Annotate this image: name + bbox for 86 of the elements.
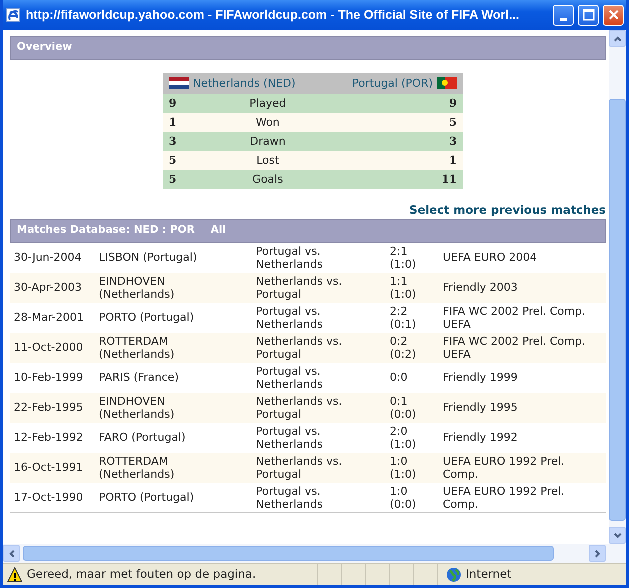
teams-cell: Portugal vs. Netherlands bbox=[252, 302, 386, 333]
stat-label: Lost bbox=[210, 150, 326, 170]
scroll-down-button[interactable] bbox=[609, 527, 626, 544]
competition-cell: FIFA WC 2002 Prel. Comp. UEFA bbox=[439, 302, 606, 333]
venue-cell: ROTTERDAM (Netherlands) bbox=[95, 332, 252, 363]
score-cell: 2:1 (1:0) bbox=[386, 242, 439, 273]
competition-cell: Friendly 2003 bbox=[439, 272, 606, 303]
section-title: Matches Database: NED : POR bbox=[17, 223, 195, 238]
section-header: Overview bbox=[10, 36, 606, 60]
stat-value: 11 bbox=[326, 170, 463, 189]
venue-cell: EINDHOVEN (Netherlands) bbox=[95, 272, 252, 303]
window-title: http://fifaworldcup.yahoo.com - FIFAworldcup.com - The Official Site of FIFA Worl... bbox=[26, 6, 521, 24]
score-cell: 1:0 (0:0) bbox=[386, 482, 439, 513]
stat-value: 3 bbox=[326, 132, 463, 151]
close-button[interactable] bbox=[603, 4, 624, 26]
stat-value: 9 bbox=[163, 94, 210, 113]
maximize-button[interactable] bbox=[578, 4, 599, 26]
score-cell: 0:2 (0:2) bbox=[386, 332, 439, 363]
stat-label: Played bbox=[210, 94, 326, 113]
venue-cell: FARO (Portugal) bbox=[95, 422, 252, 453]
date-cell: 17-Oct-1990 bbox=[10, 482, 95, 513]
team-name: Portugal (POR) bbox=[352, 76, 433, 91]
competition-cell: UEFA EURO 1992 Prel. Comp. bbox=[439, 452, 606, 483]
date-cell: 12-Feb-1992 bbox=[10, 422, 95, 453]
teams-cell: Netherlands vs. Portugal bbox=[252, 452, 386, 483]
team-name: Netherlands (NED) bbox=[193, 76, 296, 91]
competition-cell: UEFA EURO 2004 bbox=[439, 242, 606, 273]
stat-label: Won bbox=[210, 112, 326, 132]
date-cell: 10-Feb-1999 bbox=[10, 362, 95, 393]
chevron-down-icon bbox=[612, 530, 622, 540]
stat-value: 5 bbox=[163, 150, 210, 170]
netherlands-flag-icon bbox=[169, 77, 189, 90]
teams-cell: Netherlands vs. Portugal bbox=[252, 332, 386, 363]
score-cell: 0:0 bbox=[386, 362, 439, 393]
stat-value: 1 bbox=[326, 150, 463, 170]
score-cell: 1:0 (1:0) bbox=[386, 452, 439, 483]
warning-icon bbox=[7, 566, 23, 582]
competition-cell: FIFA WC 2002 Prel. Comp. UEFA bbox=[439, 332, 606, 363]
scrollbar-thumb[interactable] bbox=[23, 546, 554, 561]
stat-label: Goals bbox=[210, 170, 326, 189]
teams-cell: Portugal vs. Netherlands bbox=[252, 362, 386, 393]
venue-cell: ROTTERDAM (Netherlands) bbox=[95, 452, 252, 483]
stat-value: 1 bbox=[163, 112, 210, 132]
scroll-right-button[interactable] bbox=[589, 545, 606, 562]
scroll-up-button[interactable] bbox=[609, 30, 626, 47]
venue-cell: PARIS (France) bbox=[95, 362, 252, 393]
portugal-flag-icon bbox=[437, 77, 457, 90]
competition-cell: Friendly 1999 bbox=[439, 362, 606, 393]
security-zone: Internet bbox=[466, 566, 512, 583]
teams-cell: Portugal vs. Netherlands bbox=[252, 482, 386, 513]
venue-cell: PORTO (Portugal) bbox=[95, 302, 252, 333]
competition-cell: UEFA EURO 1992 Prel. Comp. bbox=[439, 482, 606, 513]
score-cell: 0:1 (0:0) bbox=[386, 392, 439, 423]
venue-cell: PORTO (Portugal) bbox=[95, 482, 252, 513]
teams-cell: Portugal vs. Netherlands bbox=[252, 242, 386, 273]
date-cell: 28-Mar-2001 bbox=[10, 302, 95, 333]
competition-cell: Friendly 1992 bbox=[439, 422, 606, 453]
chevron-right-icon bbox=[592, 548, 602, 558]
stat-value: 5 bbox=[163, 170, 210, 189]
status-message: Gereed, maar met fouten op de pagina. bbox=[27, 566, 256, 583]
teams-cell: Portugal vs. Netherlands bbox=[252, 422, 386, 453]
score-cell: 2:0 (1:0) bbox=[386, 422, 439, 453]
minimize-button[interactable] bbox=[553, 4, 574, 26]
stat-value: 5 bbox=[326, 112, 463, 132]
venue-cell: EINDHOVEN (Netherlands) bbox=[95, 392, 252, 423]
competition-cell: Friendly 1995 bbox=[439, 392, 606, 423]
date-cell: 30-Apr-2003 bbox=[10, 272, 95, 303]
globe-icon bbox=[446, 566, 462, 582]
date-cell: 11-Oct-2000 bbox=[10, 332, 95, 363]
date-cell: 22-Feb-1995 bbox=[10, 392, 95, 423]
venue-cell: LISBON (Portugal) bbox=[95, 242, 252, 273]
date-cell: 16-Oct-1991 bbox=[10, 452, 95, 483]
score-cell: 2:2 (0:1) bbox=[386, 302, 439, 333]
maximize-icon bbox=[582, 9, 594, 21]
stat-label: Drawn bbox=[210, 132, 326, 151]
date-cell: 30-Jun-2004 bbox=[10, 242, 95, 273]
minimize-icon bbox=[560, 18, 567, 20]
stat-value: 3 bbox=[163, 132, 210, 151]
teams-cell: Netherlands vs. Portugal bbox=[252, 272, 386, 303]
scrollbar-thumb[interactable] bbox=[609, 99, 626, 521]
close-icon bbox=[608, 9, 620, 21]
score-cell: 1:1 (1:0) bbox=[386, 272, 439, 303]
teams-cell: Netherlands vs. Portugal bbox=[252, 392, 386, 423]
scroll-left-button[interactable] bbox=[3, 545, 20, 562]
select-more-link[interactable]: Select more previous matches bbox=[10, 202, 606, 219]
stat-value: 9 bbox=[326, 94, 463, 113]
